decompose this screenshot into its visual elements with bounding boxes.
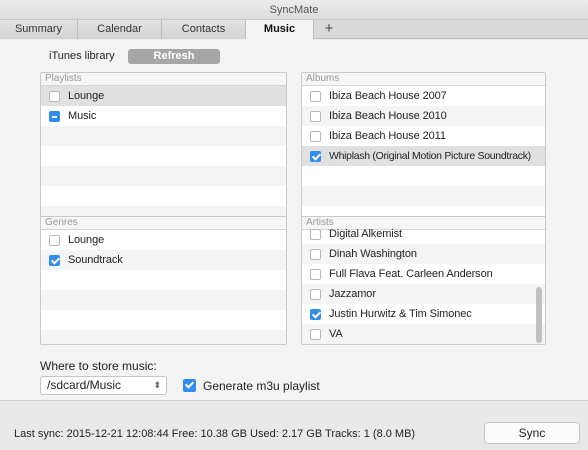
empty-row (302, 186, 545, 206)
playlist-label: Lounge (68, 90, 105, 102)
album-row[interactable]: Ibiza Beach House 2011 (302, 126, 545, 146)
playlist-row[interactable]: Music (41, 106, 286, 126)
status-bar: Last sync: 2015-12-21 12:08:44 Free: 10.… (0, 400, 588, 450)
window-title: SyncMate (269, 4, 319, 16)
artist-row[interactable]: VA (302, 324, 545, 344)
playlists-header: Playlists (41, 73, 286, 86)
album-checkbox[interactable] (310, 91, 321, 102)
artists-scroll-thumb[interactable] (536, 287, 542, 343)
artists-scrollbar[interactable] (535, 231, 543, 343)
empty-row (41, 146, 286, 166)
albums-header: Albums (302, 73, 545, 86)
album-row[interactable]: Whiplash (Original Motion Picture Soundt… (302, 146, 545, 166)
storage-path-value: /sdcard/Music (47, 378, 122, 392)
genre-label: Soundtrack (68, 254, 123, 266)
refresh-button[interactable]: Refresh (128, 49, 220, 64)
tab-contacts[interactable]: Contacts (162, 20, 246, 39)
add-tab-button[interactable]: + (318, 20, 340, 39)
playlist-row[interactable]: Lounge (41, 86, 286, 106)
artist-label: Jazzamor (329, 288, 376, 300)
genres-panel: Genres Lounge Soundtrack (40, 216, 287, 345)
album-row[interactable]: Ibiza Beach House 2007 (302, 86, 545, 106)
album-label: Ibiza Beach House 2011 (329, 130, 446, 142)
empty-row (41, 270, 286, 290)
genres-header: Genres (41, 217, 286, 230)
artist-checkbox[interactable] (310, 289, 321, 300)
album-checkbox[interactable] (310, 131, 321, 142)
album-checkbox[interactable] (310, 111, 321, 122)
artist-label: Full Flava Feat. Carleen Anderson (329, 268, 493, 280)
genre-row[interactable]: Lounge (41, 230, 286, 250)
updown-arrows-icon: ⬍ (153, 380, 161, 390)
album-label: Whiplash (Original Motion Picture Soundt… (329, 150, 531, 162)
artist-checkbox[interactable] (310, 329, 321, 340)
tab-calendar[interactable]: Calendar (78, 20, 162, 39)
window-titlebar: SyncMate (0, 0, 588, 20)
album-label: Ibiza Beach House 2007 (329, 90, 447, 102)
tab-summary[interactable]: Summary (0, 20, 78, 39)
playlist-checkbox[interactable] (49, 111, 60, 122)
artist-checkbox[interactable] (310, 249, 321, 260)
storage-path-select[interactable]: /sdcard/Music ⬍ (40, 376, 167, 395)
artist-label: Justin Hurwitz & Tim Simonec (329, 308, 472, 320)
empty-row (41, 166, 286, 186)
genre-row[interactable]: Soundtrack (41, 250, 286, 270)
genre-label: Lounge (68, 234, 105, 246)
empty-row (302, 166, 545, 186)
artist-label: Digital Alkemist (329, 228, 402, 240)
album-checkbox[interactable] (310, 151, 321, 162)
storage-location-label: Where to store music: (40, 359, 157, 373)
genre-checkbox[interactable] (49, 255, 60, 266)
album-label: Ibiza Beach House 2010 (329, 110, 447, 122)
album-row[interactable]: Ibiza Beach House 2010 (302, 106, 545, 126)
artist-label: Dinah Washington (329, 248, 417, 260)
artist-row[interactable]: Dinah Washington (302, 244, 545, 264)
sync-button[interactable]: Sync (484, 422, 580, 444)
artist-checkbox[interactable] (310, 229, 321, 240)
empty-row (41, 310, 286, 330)
empty-row (41, 186, 286, 206)
itunes-library-label: iTunes library (49, 50, 115, 62)
genre-checkbox[interactable] (49, 235, 60, 246)
tab-bar: Summary Calendar Contacts Music + (0, 20, 588, 40)
empty-row (41, 330, 286, 344)
generate-m3u-checkbox[interactable] (183, 379, 196, 392)
tab-music[interactable]: Music (246, 20, 314, 40)
artist-row[interactable]: Full Flava Feat. Carleen Anderson (302, 264, 545, 284)
artist-row[interactable]: Digital Alkemist (302, 224, 545, 244)
artist-label: VA (329, 328, 343, 340)
sync-status-text: Last sync: 2015-12-21 12:08:44 Free: 10.… (14, 428, 416, 440)
playlist-checkbox[interactable] (49, 91, 60, 102)
music-pane: iTunes library Refresh Playlists Lounge … (0, 40, 588, 400)
generate-m3u-label[interactable]: Generate m3u playlist (203, 379, 320, 393)
artist-row[interactable]: Justin Hurwitz & Tim Simonec (302, 304, 545, 324)
playlist-label: Music (68, 110, 97, 122)
artists-list[interactable]: Digital Alkemist Dinah Washington Full F… (302, 224, 545, 344)
empty-row (41, 126, 286, 146)
artist-row[interactable]: Jazzamor (302, 284, 545, 304)
artist-checkbox[interactable] (310, 309, 321, 320)
empty-row (41, 290, 286, 310)
artists-panel: Artists Digital Alkemist Dinah Washingto… (301, 216, 546, 345)
artist-checkbox[interactable] (310, 269, 321, 280)
